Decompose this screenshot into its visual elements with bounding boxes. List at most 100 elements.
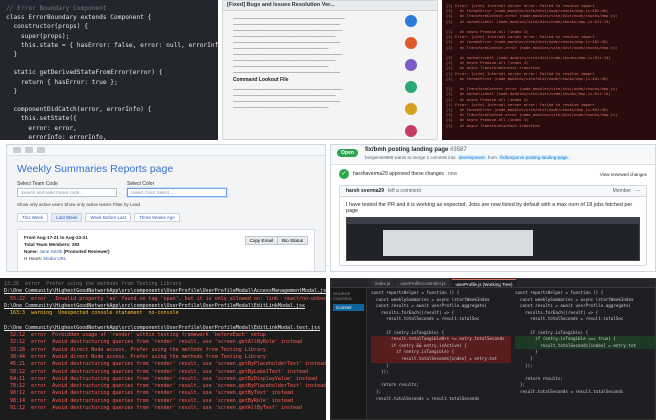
code-line: super(props); [6,32,70,40]
screenshot-collage: // Error Boundary Component class ErrorBo… [0,0,656,420]
editor-tabs: index.js userProfileController.js userProf… [331,279,655,288]
code-line: } [515,355,533,361]
weekly-summaries-page: Weekly Summaries Reports page Select Tea… [6,144,326,272]
code-line: }); [515,362,533,368]
week-tab[interactable]: Week Before Last [85,213,132,222]
pr-from-word: from [487,155,497,160]
code-line: const weeklySummaries = async (startWeek… [371,296,490,302]
toolbar-icon[interactable] [13,147,21,153]
avatar[interactable] [405,59,417,71]
code-line: return results; [515,375,563,381]
diff-editor-panel: index.js userProfileController.js userProf… [330,278,656,420]
member-name-link[interactable]: Jane Smith [39,249,62,254]
lint-line: 55:22 error Invalid property 'as' found … [4,295,326,302]
avatar[interactable] [405,81,417,93]
filter-checkboxes[interactable]: Show only active users Show only active … [7,199,325,210]
file-path-line[interactable]: D:\One Community\HighestGoodNetworkApp\s… [4,303,322,310]
code-line: const weeklySummaries = async (startWeek… [515,296,634,302]
media-url-link[interactable]: Media URL [43,256,66,261]
lint-line: 91:12 error Avoid destructuring queries … [4,405,303,412]
promoted-label: (Promoted Reviewer) [63,249,110,254]
team-code-label: Select Team Code [17,181,58,187]
more-options-icon[interactable]: ··· [635,188,640,194]
deleted-line: result.totalTangibleHrs += entry.totalSe… [371,336,511,343]
summary-card: From Aug-17-21 to Aug-23-21 Total Team M… [17,229,315,271]
code-line: errorInfo: errorInfo, [6,133,107,140]
pr-title: fix/bmh posting landing page #3587 [365,147,467,153]
team-code-input[interactable]: Search and select team code... [17,188,117,197]
file-path-line[interactable]: D:\One Community\HighestGoodNetworkApp\s… [4,325,322,332]
lint-line: 78:12 error Avoid destructuring queries … [4,383,326,390]
document-section-heading: Command Lookout File [233,77,289,83]
browser-toolbar [7,145,325,156]
approval-time: now [447,171,458,177]
code-editor-panel: // Error Boundary Component class ErrorBo… [0,0,218,140]
avatar[interactable] [405,37,417,49]
color-label: Select Color [127,181,155,187]
deleted-line: result.totalSeconds[index] = entry.tot [371,355,511,363]
week-tab[interactable]: Three Weeks Ago [134,213,180,222]
check-icon: ✓ [339,169,349,179]
doc-line: ________________________________________… [233,103,329,108]
head-branch[interactable]: fix/benjamin-posting-landing-page [498,155,570,160]
toolbar-icon[interactable] [37,147,45,153]
pr-subtitle-prefix: benjamin8989 wants to merge 2 commits in… [365,155,456,160]
avatar[interactable] [405,125,417,137]
color-field: Select Color Select Color Select... [127,181,227,197]
comment-author[interactable]: harsh sverma29 [346,188,384,194]
hours-row: H Hours: Media URL [24,255,308,262]
lint-line: 64:11 error Avoid destructuring queries … [4,375,318,382]
file-path-line[interactable]: D:\One Community\HighestGoodNetworkApp\s… [4,288,326,295]
code-line: }; [515,382,526,388]
code-line: }; [371,388,382,394]
code-line: const reportsHelper = function () { [371,290,460,295]
team-code-field: Select Team Code Search and select team … [17,181,117,197]
code-line: } [515,349,538,355]
filter-form: Select Team Code Search and select team … [7,179,325,199]
code-line: this.state = { hasError: false, error: n… [20,41,218,49]
terminal-panel: [1] Error: [vite] Internal server error:… [442,0,656,140]
code-line: } [6,51,18,59]
comment-text: I have tested the PR and it is working a… [346,202,633,214]
commit-button[interactable]: Commit [333,304,364,311]
name-label: Name: [24,249,39,254]
copy-email-button[interactable]: Copy Email [244,236,278,245]
screenshot-dialog [383,230,533,256]
week-tab[interactable]: This Week [17,213,49,222]
toolbar-icon[interactable] [25,147,33,153]
deleted-line: if (entry && entry.isActive) { [371,342,511,350]
pr-title-text: fix/bmh posting landing page [365,147,449,153]
code-line: this.setState({ [6,115,77,123]
lint-line: 38:44 error Avoid direct Node access. Pr… [4,353,266,360]
code-line: if (entry.isTangible) { [371,329,445,335]
added-line: if (entry.isTangible === true) { [515,336,655,343]
avatar[interactable] [405,103,417,115]
lint-line: 163:3 warning Unexpected console stateme… [4,310,179,317]
editor-tab[interactable]: userProfile.js (Working Tree) [451,279,517,287]
lint-output: 13:26 error Prefer using the methods fro… [4,281,326,412]
editor-tab[interactable]: index.js [371,279,395,287]
screenshot-toolbar [347,218,639,224]
lint-line: 32:12 error Forbidden usage of 'render' … [4,332,266,339]
code-block: // Error Boundary Component class ErrorBo… [6,4,218,140]
view-changes-link[interactable]: View reviewed changes [600,172,647,177]
base-branch[interactable]: development [456,155,487,160]
editor-tab[interactable]: userProfileController.js [396,279,450,287]
attached-screenshot[interactable] [346,217,640,261]
pr-subtitle: benjamin8989 wants to merge 2 commits in… [365,155,570,160]
code-line: constructor(props) { [6,23,88,31]
code-line: class ErrorBoundary extends Component { [6,14,152,22]
deleted-line: if (entry.isTangible) { [371,349,511,356]
week-tab[interactable]: Last Week [51,213,83,222]
code-line: results.forEach((result) => { [515,309,599,315]
code-line: }); [371,369,389,375]
color-input[interactable]: Select Color Select... [127,188,227,197]
member-badge: Member [612,188,631,194]
avatar[interactable] [405,15,417,27]
bio-status-button[interactable]: Bio Status [277,236,308,245]
lint-errors-panel: 13:26 error Prefer using the methods fro… [0,278,326,420]
